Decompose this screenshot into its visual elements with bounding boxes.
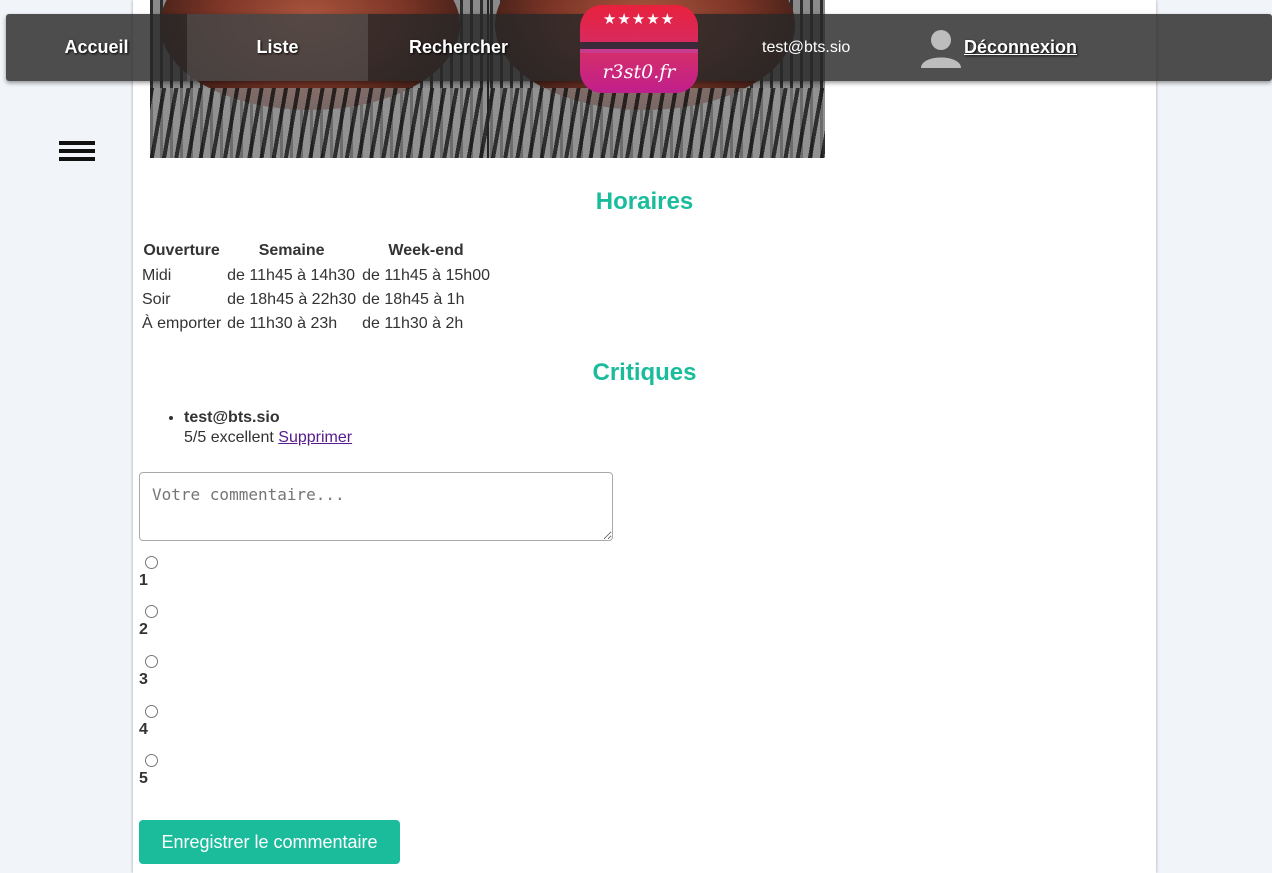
user-avatar-icon: [921, 30, 961, 68]
rating-label-1: 1: [139, 572, 148, 589]
logo-text: r3st0.fr: [602, 61, 676, 83]
save-comment-button[interactable]: Enregistrer le commentaire: [139, 820, 400, 864]
nav-list-link[interactable]: Liste: [187, 14, 368, 81]
table-cell: de 11h45 à 15h00: [362, 267, 490, 284]
list-item: test@bts.sio 5/5 excellent Supprimer: [184, 408, 352, 448]
main-content: Horaires Ouverture Semaine Week-end Midi…: [133, 0, 1156, 873]
table-cell: de 11h30 à 2h: [362, 315, 464, 332]
column-header: Ouverture: [143, 242, 220, 259]
table-row: À emporter de 11h30 à 23h de 11h30 à 2h: [139, 312, 493, 336]
rating-label-4: 4: [139, 721, 148, 738]
review-text: 5/5 excellent: [184, 429, 274, 446]
rating-radio-5[interactable]: [145, 754, 158, 767]
delete-review-link[interactable]: Supprimer: [278, 429, 352, 446]
hours-title: Horaires: [595, 188, 694, 215]
user-email: test@bts.sio: [762, 39, 851, 56]
site-logo[interactable]: ★★★★★ r3st0.fr: [580, 5, 698, 93]
table-cell: À emporter: [142, 315, 222, 332]
reviews-list: test@bts.sio 5/5 excellent Supprimer: [166, 408, 352, 448]
rating-radio-1[interactable]: [145, 556, 158, 569]
column-header: Week-end: [388, 242, 464, 259]
logout-link[interactable]: Déconnexion: [964, 14, 1077, 81]
table-cell: de 18h45 à 22h30: [227, 291, 357, 308]
table-cell: Soir: [142, 291, 171, 308]
hours-table: Ouverture Semaine Week-end Midi de 11h45…: [139, 238, 493, 336]
table-header-row: Ouverture Semaine Week-end: [139, 238, 493, 264]
top-navbar: Accueil Liste Rechercher ★★★★★ r3st0.fr …: [6, 5, 1272, 93]
nav-search-link[interactable]: Rechercher: [368, 14, 549, 81]
table-cell: Midi: [142, 267, 172, 284]
table-cell: de 18h45 à 1h: [362, 291, 465, 308]
table-cell: de 11h30 à 23h: [227, 315, 338, 332]
comment-input[interactable]: [139, 472, 613, 541]
reviews-title: Critiques: [592, 359, 697, 386]
logo-stars: ★★★★★: [602, 11, 676, 28]
table-row: Midi de 11h45 à 14h30 de 11h45 à 15h00: [139, 264, 493, 288]
rating-label-2: 2: [139, 621, 148, 638]
rating-radio-3[interactable]: [145, 655, 158, 668]
rating-radio-4[interactable]: [145, 705, 158, 718]
nav-home-link[interactable]: Accueil: [6, 14, 187, 81]
review-author: test@bts.sio: [184, 409, 280, 426]
rating-radio-2[interactable]: [145, 605, 158, 618]
rating-label-3: 3: [139, 671, 148, 688]
hamburger-menu-icon[interactable]: [59, 141, 95, 161]
table-cell: de 11h45 à 14h30: [227, 267, 355, 284]
rating-label-5: 5: [139, 770, 148, 787]
table-row: Soir de 18h45 à 22h30 de 18h45 à 1h: [139, 288, 493, 312]
column-header: Semaine: [258, 242, 325, 259]
